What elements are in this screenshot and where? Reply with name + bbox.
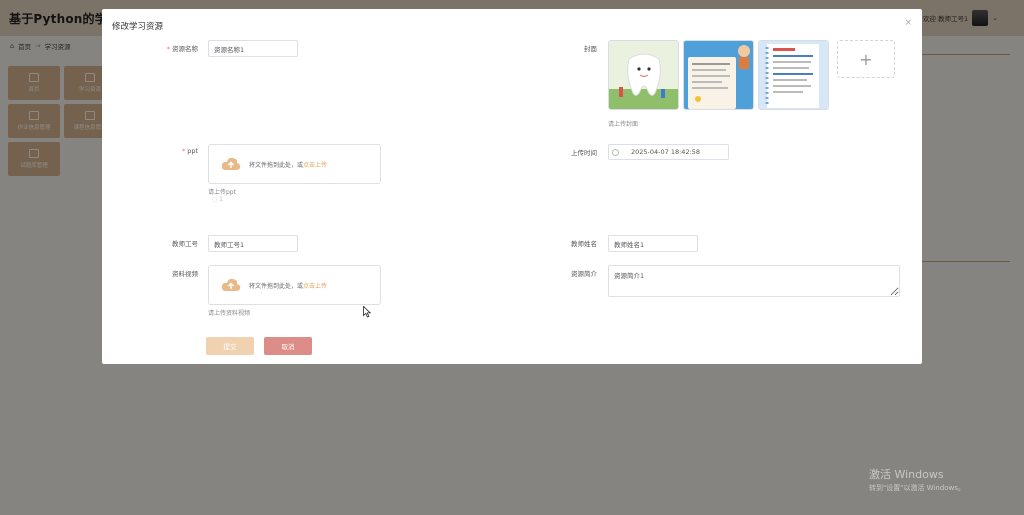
cover-image-3[interactable] (758, 40, 829, 110)
tooth-cartoon-image (609, 41, 678, 109)
file-name: 1 (219, 196, 223, 203)
video-upload-area[interactable]: 将文件拖到此处，或点击上传 (208, 265, 381, 305)
cover-label: 封面 (584, 45, 597, 53)
intro-textarea[interactable]: 资源简介1 (608, 265, 900, 297)
ppt-label: * ppt (88, 147, 198, 155)
dialog-title: 修改学习资源 (112, 22, 164, 32)
required-mark: * (166, 45, 170, 53)
cloud-upload-icon (221, 157, 241, 170)
teacher-name-input[interactable]: 教师姓名1 (608, 235, 698, 252)
watermark-line-1: 激活 Windows (869, 468, 944, 481)
cloud-upload-icon (221, 278, 241, 291)
ppt-tip: 请上传ppt (208, 189, 236, 196)
label-text: ppt (187, 147, 198, 155)
upload-time-label: 上传时间 (571, 149, 597, 157)
label-text: 资源名称 (172, 45, 198, 53)
upload-hint: 将文件拖到此处，或点击上传 (249, 160, 327, 169)
cover-image-2[interactable] (683, 40, 754, 110)
teacher-id-label: 教师工号 (172, 240, 198, 248)
ppt-upload-area[interactable]: 将文件拖到此处，或点击上传 (208, 144, 381, 184)
intro-label: 资源简介 (571, 270, 597, 278)
upload-hint-text: 将文件拖到此处，或 (249, 282, 304, 290)
resource-name-input[interactable]: 资源名称1 (208, 40, 298, 57)
upload-hint-text: 将文件拖到此处，或 (249, 161, 304, 169)
windows-activation-watermark: 激活 Windows 转到"设置"以激活 Windows。 (869, 466, 965, 493)
video-label: 资料视频 (172, 270, 198, 278)
teacher-name-label: 教师姓名 (571, 240, 597, 248)
resource-name-label: * 资源名称 (88, 43, 198, 53)
close-icon[interactable]: × (904, 18, 912, 28)
dental-poster-image (684, 41, 753, 109)
watermark-line-2: 转到"设置"以激活 Windows。 (869, 484, 965, 492)
upload-time-picker[interactable]: 2025-04-07 18:42:58 (608, 144, 729, 160)
video-tip: 请上传资料视频 (208, 310, 251, 317)
cancel-button[interactable]: 取消 (264, 337, 312, 355)
required-mark: * (181, 147, 186, 155)
clock-icon (612, 148, 619, 156)
click-upload-link[interactable]: 点击上传 (303, 162, 327, 169)
notebook-poster-image (759, 41, 828, 109)
cover-gallery: + (608, 40, 895, 110)
edit-resource-dialog: 修改学习资源 × * 资源名称 资源名称1 封面 + 请上传封面 * ppt 将… (102, 9, 922, 364)
cover-tip: 请上传封面 (608, 121, 639, 128)
click-upload-link[interactable]: 点击上传 (303, 283, 327, 290)
cover-image-1[interactable] (608, 40, 679, 110)
submit-button[interactable]: 提交 (206, 337, 254, 355)
upload-hint: 将文件拖到此处，或点击上传 (249, 281, 327, 290)
add-cover-button[interactable]: + (837, 40, 895, 78)
ppt-file-item[interactable]: ◌ 1 (212, 196, 223, 203)
mouse-cursor-icon (363, 306, 371, 318)
upload-time-value: 2025-04-07 18:42:58 (631, 148, 701, 156)
teacher-id-input[interactable]: 教师工号1 (208, 235, 298, 252)
